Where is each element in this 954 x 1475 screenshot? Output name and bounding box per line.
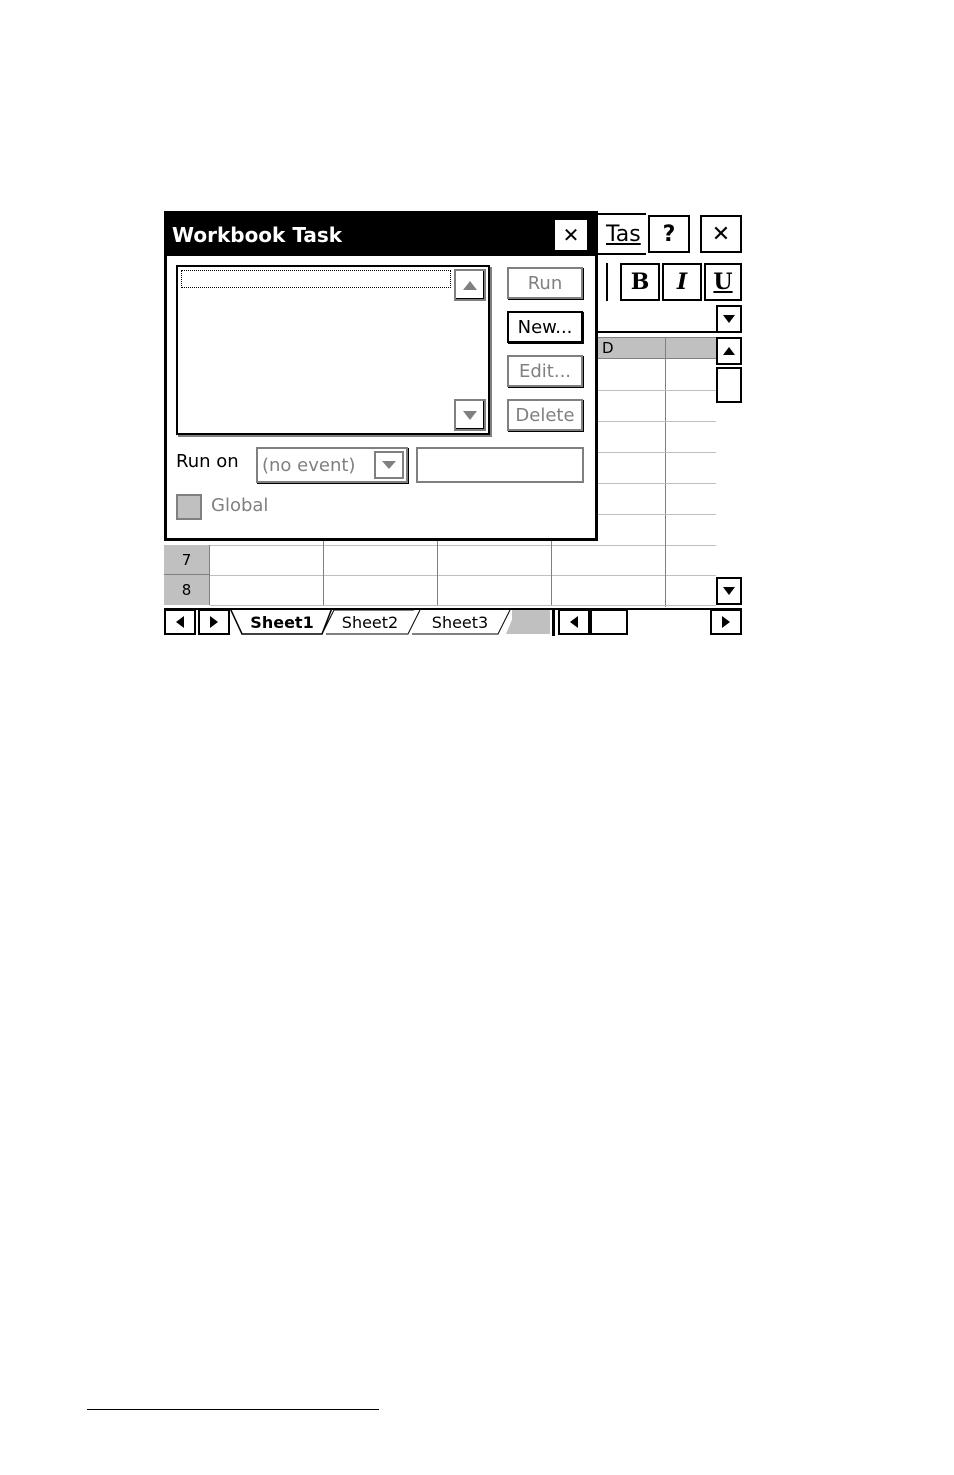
grid-line	[598, 390, 716, 391]
tab-sheet3[interactable]: Sheet3	[422, 610, 498, 634]
grid-line	[598, 452, 716, 453]
column-header-row	[598, 337, 716, 359]
tab-sheet1[interactable]: Sheet1	[244, 610, 320, 634]
run-on-text-field[interactable]	[416, 447, 584, 483]
run-on-dropdown-button[interactable]	[374, 451, 404, 479]
window-title-fragment: Tas	[598, 213, 646, 255]
arrow-left-icon	[570, 616, 578, 628]
scroll-down-button[interactable]	[716, 577, 742, 605]
task-list-scroll-down-button[interactable]	[454, 399, 486, 431]
toolbar-separator	[598, 263, 608, 301]
arrow-up-icon	[463, 280, 477, 290]
task-list[interactable]	[176, 265, 490, 435]
column-divider	[665, 337, 666, 359]
tab-bar-divider	[552, 608, 555, 636]
arrow-right-icon	[722, 616, 730, 628]
scroll-up-button[interactable]	[716, 337, 742, 365]
grid-line	[210, 575, 716, 576]
row-header-7[interactable]: 7	[164, 545, 210, 575]
grid-line	[210, 545, 716, 546]
grid-line	[665, 539, 666, 605]
arrow-left-icon	[176, 616, 184, 628]
tab-scroll-right-button[interactable]	[198, 609, 230, 635]
italic-button[interactable]: I	[662, 263, 702, 301]
window-close-button[interactable]: ✕	[700, 215, 742, 253]
screenshot-region: Tas ? ✕ B I U D 7 8 Sheet1 Sheet2 Sheet3…	[164, 211, 744, 637]
dialog-title: Workbook Task	[172, 223, 343, 247]
tab-sheet2[interactable]: Sheet2	[332, 610, 408, 634]
column-header-d[interactable]: D	[602, 339, 614, 357]
formula-bar[interactable]	[598, 305, 716, 333]
arrow-right-icon	[210, 616, 218, 628]
grid-line	[598, 421, 716, 422]
help-button[interactable]: ?	[648, 215, 690, 253]
hscroll-right-button[interactable]	[710, 609, 742, 635]
arrow-up-icon	[723, 347, 735, 355]
underline-button[interactable]: U	[704, 263, 742, 301]
edit-button[interactable]: Edit...	[507, 355, 583, 387]
grid-line	[598, 514, 716, 515]
formula-dropdown-button[interactable]	[716, 305, 742, 333]
grid-line	[323, 539, 324, 605]
close-icon: ✕	[711, 221, 731, 247]
delete-button[interactable]: Delete	[507, 399, 583, 431]
run-on-label: Run on	[176, 451, 239, 472]
task-list-scroll-up-button[interactable]	[454, 269, 486, 301]
task-list-focus-row	[181, 270, 451, 288]
run-on-select[interactable]: (no event)	[256, 447, 408, 483]
new-button[interactable]: New...	[507, 311, 583, 343]
grid-line	[210, 605, 716, 606]
run-on-value: (no event)	[262, 455, 356, 476]
global-label: Global	[211, 495, 269, 516]
chevron-down-icon	[723, 315, 735, 323]
row-header-8[interactable]: 8	[164, 575, 210, 605]
global-checkbox[interactable]	[176, 494, 202, 520]
bold-button[interactable]: B	[620, 263, 660, 301]
grid-line	[551, 539, 552, 605]
tab-bar-filler	[512, 610, 550, 634]
chevron-down-icon	[382, 461, 396, 469]
footnote-rule	[87, 1409, 379, 1410]
close-icon: ✕	[562, 223, 580, 247]
run-button[interactable]: Run	[507, 267, 583, 299]
grid-line	[437, 539, 438, 605]
arrow-down-icon	[723, 587, 735, 595]
dialog-title-bar[interactable]: Workbook Task	[167, 214, 595, 256]
arrow-down-icon	[463, 410, 477, 420]
dialog-close-button[interactable]: ✕	[553, 218, 589, 252]
scroll-thumb[interactable]	[716, 367, 742, 403]
tab-scroll-left-button[interactable]	[164, 609, 196, 635]
grid-line	[598, 483, 716, 484]
hscroll-left-button[interactable]	[558, 609, 590, 635]
hscroll-thumb[interactable]	[590, 609, 628, 635]
